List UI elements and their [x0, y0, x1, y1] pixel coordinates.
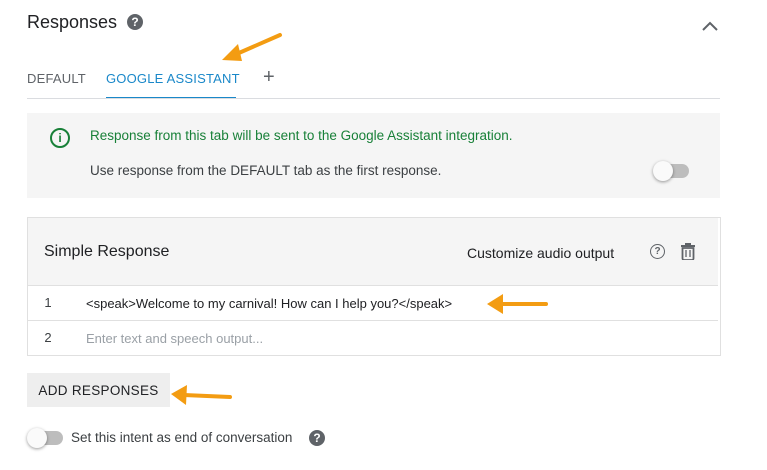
toggle-knob — [27, 428, 47, 448]
card-title: Simple Response — [44, 243, 170, 260]
help-icon[interactable]: ? — [127, 14, 143, 30]
section-title: Responses — [27, 12, 118, 32]
row-number: 1 — [44, 295, 52, 310]
tab-google-assistant[interactable]: GOOGLE ASSISTANT — [106, 71, 240, 87]
add-tab-button[interactable]: + — [263, 66, 275, 88]
help-icon[interactable]: ? — [309, 430, 325, 446]
annotation-arrow-icon — [487, 294, 548, 314]
annotation-arrow-icon — [222, 33, 282, 61]
default-first-response-label: Use response from the DEFAULT tab as the… — [90, 163, 442, 178]
chevron-up-icon[interactable] — [700, 18, 720, 34]
response-text-field[interactable]: <speak>Welcome to my carnival! How can I… — [86, 296, 452, 312]
toggle-knob — [653, 161, 673, 181]
help-outline-icon[interactable]: ? — [650, 244, 665, 259]
add-responses-button[interactable]: ADD RESPONSES — [27, 373, 170, 407]
trash-icon[interactable] — [681, 243, 695, 260]
info-outline-icon: i — [50, 128, 70, 148]
row-divider — [28, 320, 718, 321]
customize-audio-output-button[interactable]: Customize audio output — [467, 245, 614, 261]
row-number: 2 — [44, 330, 52, 345]
info-panel — [27, 113, 720, 198]
end-conversation-label: Set this intent as end of conversation — [71, 430, 293, 445]
row-divider — [28, 285, 718, 286]
annotation-arrow-icon — [171, 385, 232, 405]
response-input-placeholder[interactable]: Enter text and speech output... — [86, 331, 263, 347]
default-first-response-toggle[interactable] — [653, 161, 689, 181]
info-message: Response from this tab will be sent to t… — [90, 128, 513, 143]
tabs-divider — [27, 98, 720, 99]
end-conversation-toggle[interactable] — [27, 428, 63, 448]
tab-default[interactable]: DEFAULT — [27, 71, 86, 87]
